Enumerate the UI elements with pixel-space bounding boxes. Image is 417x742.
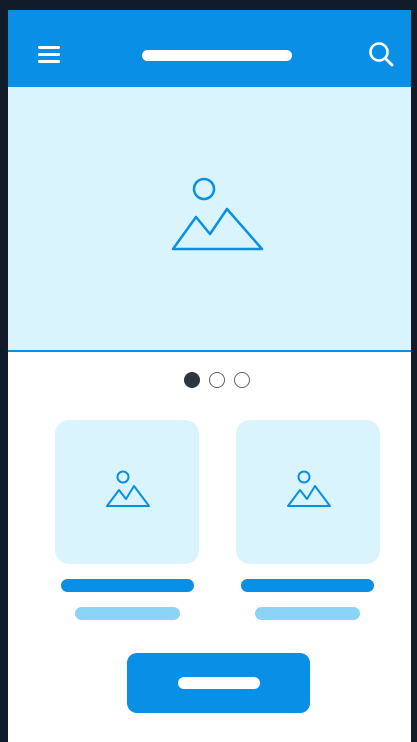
product-card-image[interactable] xyxy=(236,420,380,564)
title-placeholder-bar xyxy=(142,50,292,61)
primary-action-button[interactable] xyxy=(127,653,310,713)
carousel-pagination xyxy=(184,372,254,388)
hero-image-placeholder[interactable] xyxy=(8,87,411,352)
search-icon[interactable] xyxy=(368,41,394,67)
carousel-dot[interactable] xyxy=(234,372,250,388)
card-subtitle-placeholder xyxy=(255,607,360,620)
image-placeholder-icon xyxy=(286,470,332,508)
card-title-placeholder xyxy=(241,579,374,592)
top-app-bar xyxy=(8,10,411,87)
wireframe-screen xyxy=(8,10,411,742)
product-card-image[interactable] xyxy=(55,420,199,564)
carousel-dot-active[interactable] xyxy=(184,372,200,388)
carousel-dot[interactable] xyxy=(209,372,225,388)
button-label-placeholder xyxy=(178,677,260,689)
card-subtitle-placeholder xyxy=(75,607,180,620)
card-title-placeholder xyxy=(61,579,194,592)
hamburger-menu-icon[interactable] xyxy=(38,46,60,64)
image-placeholder-icon xyxy=(105,470,151,508)
image-placeholder-icon xyxy=(170,177,266,253)
